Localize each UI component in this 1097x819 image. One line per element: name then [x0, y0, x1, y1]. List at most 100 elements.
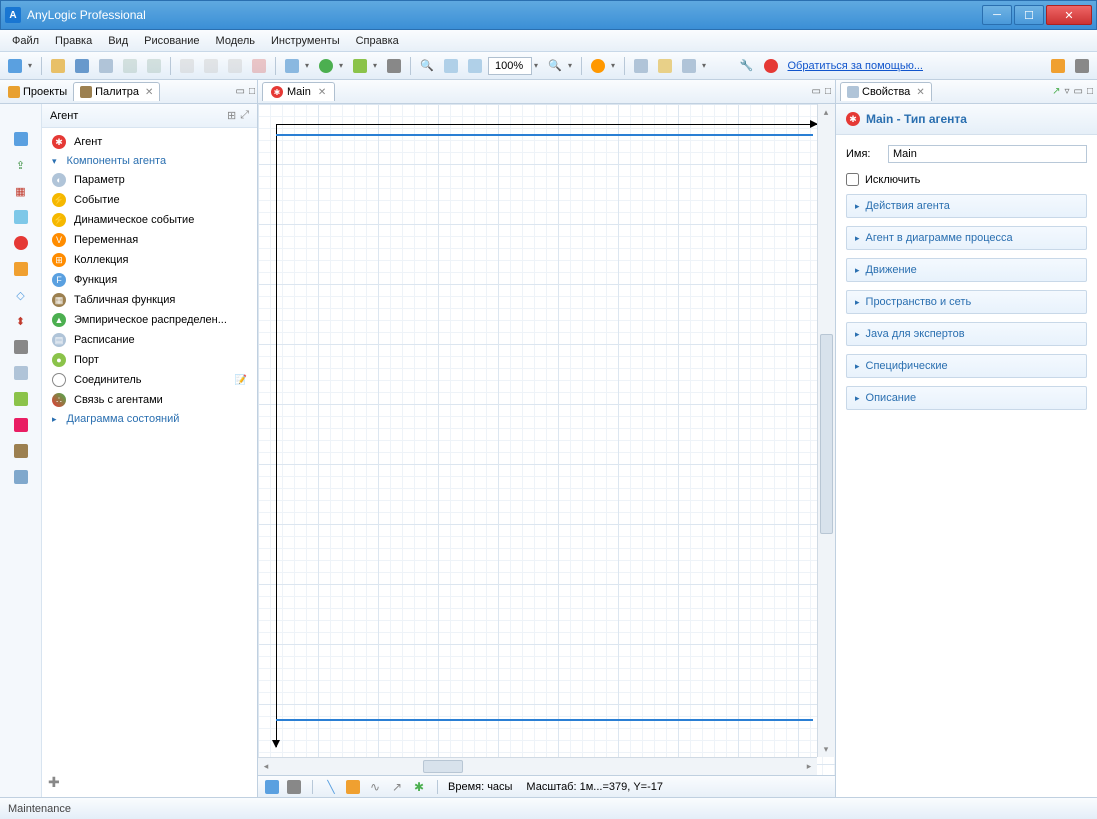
- pal-cat-fluid-icon[interactable]: [12, 208, 30, 226]
- editor-tab-main[interactable]: ✱ Main ✕: [262, 82, 335, 101]
- scroll-up-icon[interactable]: ▴: [818, 104, 834, 120]
- tab-properties[interactable]: Свойства ✕: [840, 82, 932, 101]
- vertical-scroll-thumb[interactable]: [820, 334, 833, 534]
- zoom-tool-button[interactable]: 🔍: [544, 55, 566, 77]
- section-movement[interactable]: Движение: [846, 258, 1087, 282]
- new-dropdown[interactable]: ▾: [28, 61, 36, 70]
- search-button[interactable]: 🔍: [416, 55, 438, 77]
- pal-item-collection[interactable]: ⊞Коллекция: [46, 250, 253, 270]
- pal-cat-action-icon[interactable]: [12, 390, 30, 408]
- menu-file[interactable]: Файл: [4, 32, 47, 50]
- stop-button[interactable]: [383, 55, 405, 77]
- run-button[interactable]: [315, 55, 337, 77]
- section-java-experts[interactable]: Java для экспертов: [846, 322, 1087, 346]
- menu-help[interactable]: Справка: [348, 32, 407, 50]
- pal-cat-agent-icon[interactable]: [12, 234, 30, 252]
- zoom-select-button[interactable]: [464, 55, 486, 77]
- pal-section-statechart[interactable]: Диаграмма состояний: [46, 410, 253, 428]
- help-link[interactable]: Обратиться за помощью...: [788, 60, 924, 72]
- palette-expand-icon[interactable]: ⤢: [240, 109, 249, 122]
- zoom-value[interactable]: 100%: [488, 57, 532, 75]
- menu-view[interactable]: Вид: [100, 32, 136, 50]
- new-button[interactable]: [4, 55, 26, 77]
- zoom-dropdown[interactable]: ▾: [534, 61, 542, 70]
- tool-line-icon[interactable]: ╲: [323, 779, 339, 795]
- cut-button[interactable]: [176, 55, 198, 77]
- pal-item-agent-link[interactable]: ∴Связь с агентами: [46, 390, 253, 410]
- zoom-fit-button[interactable]: [440, 55, 462, 77]
- tab-projects[interactable]: Проекты: [2, 83, 73, 101]
- zoom-tool-dropdown[interactable]: ▾: [568, 61, 576, 70]
- pal-item-connector[interactable]: Соединитель: [46, 370, 253, 390]
- views-button[interactable]: [1071, 55, 1093, 77]
- canvas[interactable]: ▴ ▾ ◂ ▸: [258, 104, 835, 775]
- support-icon[interactable]: [760, 55, 782, 77]
- pal-item-empirical[interactable]: ▲Эмпирическое распределен...: [46, 310, 253, 330]
- pal-item-function[interactable]: FФункция: [46, 270, 253, 290]
- scroll-left-icon[interactable]: ◂: [258, 758, 274, 774]
- paste-button[interactable]: [224, 55, 246, 77]
- pal-cat-connectivity-icon[interactable]: [12, 416, 30, 434]
- pal-section-components[interactable]: Компоненты агента: [46, 152, 253, 170]
- pal-cat-rail-icon[interactable]: ▦: [12, 182, 30, 200]
- menu-edit[interactable]: Правка: [47, 32, 100, 50]
- pal-cat-space-icon[interactable]: ◇: [12, 286, 30, 304]
- help-icon[interactable]: 🔧: [736, 55, 758, 77]
- copy-button[interactable]: [95, 55, 117, 77]
- section-specific[interactable]: Специфические: [846, 354, 1087, 378]
- pal-cat-pictures-icon[interactable]: [12, 442, 30, 460]
- name-input[interactable]: [888, 145, 1087, 163]
- pal-item-dynamic-event[interactable]: ⚡Динамическое событие: [46, 210, 253, 230]
- layout-dropdown[interactable]: ▾: [702, 61, 710, 70]
- run-dropdown[interactable]: ▾: [339, 61, 347, 70]
- pal-item-parameter[interactable]: ◐Параметр: [46, 170, 253, 190]
- perspective-button[interactable]: [1047, 55, 1069, 77]
- horizontal-scrollbar[interactable]: ◂ ▸: [258, 757, 817, 775]
- section-agent-actions[interactable]: Действия агента: [846, 194, 1087, 218]
- vertical-scrollbar[interactable]: ▴ ▾: [817, 104, 835, 757]
- palette-grid-view-icon[interactable]: ⊞: [227, 109, 236, 122]
- pal-cat-controls-icon[interactable]: [12, 338, 30, 356]
- save-button[interactable]: [71, 55, 93, 77]
- pal-item-port[interactable]: ●Порт: [46, 350, 253, 370]
- menu-draw[interactable]: Рисование: [136, 32, 207, 50]
- section-space-network[interactable]: Пространство и сеть: [846, 290, 1087, 314]
- menu-model[interactable]: Модель: [208, 32, 263, 50]
- section-process-diagram[interactable]: Агент в диаграмме процесса: [846, 226, 1087, 250]
- view-menu-icon[interactable]: ▿: [1064, 86, 1069, 97]
- minimize-view-icon[interactable]: ▭: [236, 86, 245, 97]
- pal-cat-state-icon[interactable]: [12, 364, 30, 382]
- tool-curve-icon[interactable]: ∿: [367, 779, 383, 795]
- pal-item-table-function[interactable]: ▦Табличная функция: [46, 290, 253, 310]
- debug-dropdown[interactable]: ▾: [373, 61, 381, 70]
- pal-item-agent[interactable]: ✱Агент: [46, 132, 253, 152]
- pal-item-variable[interactable]: VПеременная: [46, 230, 253, 250]
- color-dropdown[interactable]: ▾: [611, 61, 619, 70]
- layout-button[interactable]: [678, 55, 700, 77]
- maximize-view-icon[interactable]: □: [249, 86, 255, 97]
- close-button[interactable]: ✕: [1046, 5, 1092, 25]
- horizontal-scroll-thumb[interactable]: [423, 760, 463, 773]
- maximize-button[interactable]: ☐: [1014, 5, 1044, 25]
- pal-cat-pedestrian-icon[interactable]: ⇪: [12, 156, 30, 174]
- pin-icon[interactable]: ↗: [1052, 86, 1060, 97]
- grid-button[interactable]: [630, 55, 652, 77]
- maximize-view-icon[interactable]: □: [1087, 86, 1093, 97]
- minimize-view-icon[interactable]: ▭: [1074, 86, 1083, 97]
- tab-close-icon[interactable]: ✕: [916, 87, 924, 98]
- section-description[interactable]: Описание: [846, 386, 1087, 410]
- build-dropdown[interactable]: ▾: [305, 61, 313, 70]
- tab-close-icon[interactable]: ✕: [145, 87, 153, 98]
- tab-close-icon[interactable]: ✕: [318, 87, 326, 98]
- pal-cat-presentation-icon[interactable]: [12, 260, 30, 278]
- tool-shape-icon[interactable]: [345, 779, 361, 795]
- pal-cat-external-icon[interactable]: [12, 468, 30, 486]
- scroll-right-icon[interactable]: ▸: [801, 758, 817, 774]
- undo-button[interactable]: [119, 55, 141, 77]
- scroll-down-icon[interactable]: ▾: [818, 741, 834, 757]
- redo-button[interactable]: [143, 55, 165, 77]
- debug-button[interactable]: [349, 55, 371, 77]
- build-button[interactable]: [281, 55, 303, 77]
- tool-state-icon[interactable]: ✱: [411, 779, 427, 795]
- menu-tools[interactable]: Инструменты: [263, 32, 348, 50]
